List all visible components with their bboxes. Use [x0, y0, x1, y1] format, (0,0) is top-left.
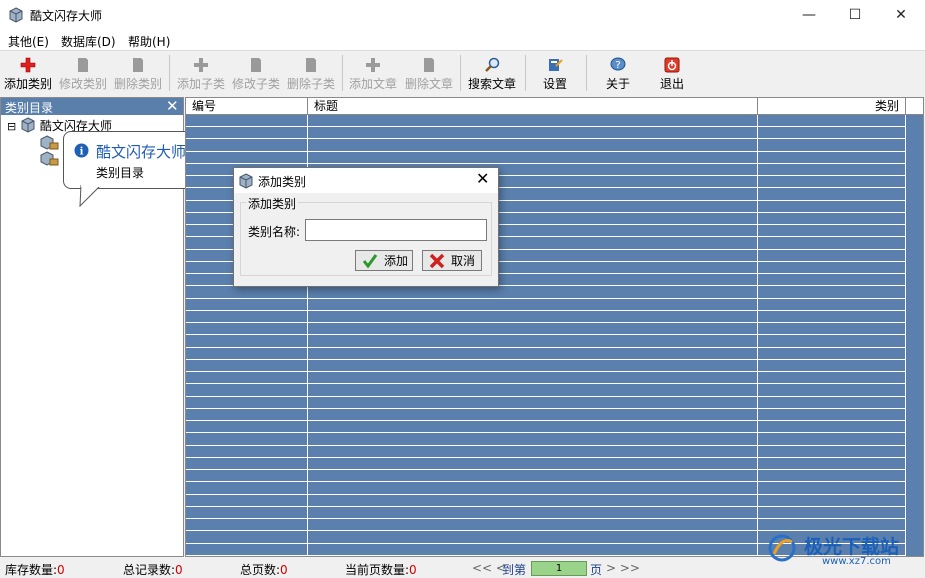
column-header-category[interactable]: 类别: [758, 98, 906, 114]
dialog-title: 添加类别: [258, 175, 307, 189]
add-button[interactable]: 添加: [355, 250, 413, 271]
add-category-dialog: 添加类别 ✕ 添加类别 类别名称: 添加 取消: [233, 167, 499, 287]
menu-bar: 其他(E) 数据库(D) 帮助(H): [0, 30, 925, 50]
add-article-button[interactable]: 添加文章: [347, 51, 399, 95]
title-bar: 酷文闪存大师 — ☐ ✕: [0, 0, 925, 30]
article-grid[interactable]: 编号 标题 类别: [185, 97, 924, 557]
toolbar-separator: [586, 55, 587, 91]
about-button[interactable]: ? 关于: [598, 51, 638, 95]
plus-gray-icon: [194, 58, 208, 72]
delete-document-icon: [424, 58, 434, 72]
dialog-title-bar: 添加类别 ✕: [234, 168, 498, 193]
edit-document-icon: [251, 58, 261, 72]
prev-page-button[interactable]: << <: [472, 561, 506, 575]
toolbar-separator: [525, 55, 526, 91]
exit-button[interactable]: 退出: [652, 51, 692, 95]
tree-child-icons: [40, 135, 59, 166]
settings-icon: [549, 59, 563, 71]
delete-document-icon: [133, 58, 143, 72]
watermark-logo: 极光下载站 www.xz7.com: [760, 522, 920, 572]
close-window-button[interactable]: ✕: [878, 0, 924, 30]
watermark-text: 极光下载站: [804, 536, 900, 558]
goto-label: 到第: [502, 563, 527, 577]
plus-gray-icon: [366, 58, 380, 72]
tooltip-balloon: i 酷文闪存大师 类别目录: [63, 131, 205, 189]
delete-category-button[interactable]: 删除类别: [112, 51, 164, 95]
groupbox-label: 添加类别: [246, 195, 299, 212]
svg-text:i: i: [80, 147, 84, 158]
help-icon: ?: [610, 57, 626, 71]
edit-subcategory-button[interactable]: 修改子类: [230, 51, 282, 95]
cancel-button[interactable]: 取消: [422, 250, 482, 271]
grid-header: 编号 标题 类别: [186, 98, 923, 115]
app-icon: [9, 7, 23, 23]
delete-subcategory-button[interactable]: 删除子类: [285, 51, 337, 95]
checkmark-icon: [362, 254, 378, 269]
toolbar-separator: [460, 55, 461, 91]
svg-text:?: ?: [615, 60, 620, 71]
info-icon: i: [74, 143, 89, 158]
menu-help[interactable]: 帮助(H): [128, 33, 170, 50]
add-category-button[interactable]: 添加类别: [2, 51, 54, 95]
app-icon: [239, 173, 253, 189]
delete-document-icon: [306, 58, 316, 72]
power-icon: [664, 57, 680, 73]
page-unit-label: 页: [590, 563, 603, 577]
minimize-button[interactable]: —: [786, 0, 832, 30]
edit-document-icon: [78, 58, 88, 72]
toolbar-separator: [169, 55, 170, 91]
tree-expander-icon[interactable]: ⊟: [7, 120, 16, 133]
add-subcategory-button[interactable]: 添加子类: [175, 51, 227, 95]
maximize-button[interactable]: ☐: [832, 0, 878, 30]
tooltip-text: 类别目录: [96, 166, 145, 180]
cross-icon: [429, 253, 445, 269]
tooltip-tail: [79, 185, 101, 208]
close-panel-icon[interactable]: ✕: [166, 97, 179, 115]
menu-other[interactable]: 其他(E): [8, 33, 49, 50]
edit-category-button[interactable]: 修改类别: [57, 51, 109, 95]
plus-red-icon: [20, 57, 36, 73]
column-header-title[interactable]: 标题: [308, 98, 758, 114]
status-current: 当前页数量:0: [345, 563, 417, 577]
database-icon: [21, 117, 35, 133]
category-name-label: 类别名称:: [248, 225, 301, 239]
column-header-number[interactable]: 编号: [186, 98, 308, 114]
search-icon: [485, 57, 500, 72]
toolbar-separator: [342, 55, 343, 91]
window-title: 酷文闪存大师: [30, 9, 103, 23]
dialog-close-button[interactable]: ✕: [476, 169, 489, 188]
settings-button[interactable]: 设置: [535, 51, 575, 95]
page-number-input[interactable]: 1: [531, 561, 587, 576]
status-stock: 库存数量:0: [5, 563, 65, 577]
tooltip-title: 酷文闪存大师: [96, 143, 187, 161]
watermark-url: www.xz7.com: [822, 556, 891, 567]
search-article-button[interactable]: 搜索文章: [466, 51, 518, 95]
status-records: 总记录数:0: [123, 563, 183, 577]
category-panel-header: 类别目录 ✕: [1, 97, 183, 115]
category-name-input[interactable]: [305, 219, 487, 241]
menu-database[interactable]: 数据库(D): [61, 33, 116, 50]
status-pages: 总页数:0: [240, 563, 288, 577]
toolbar: 添加类别 修改类别 删除类别 添加子类 修改子类 删除子类 添加文章 删除文章 …: [0, 50, 925, 97]
category-panel-title: 类别目录: [5, 101, 54, 115]
watermark-icon: [768, 534, 796, 562]
delete-article-button[interactable]: 删除文章: [403, 51, 455, 95]
next-page-button[interactable]: > >>: [606, 561, 640, 575]
